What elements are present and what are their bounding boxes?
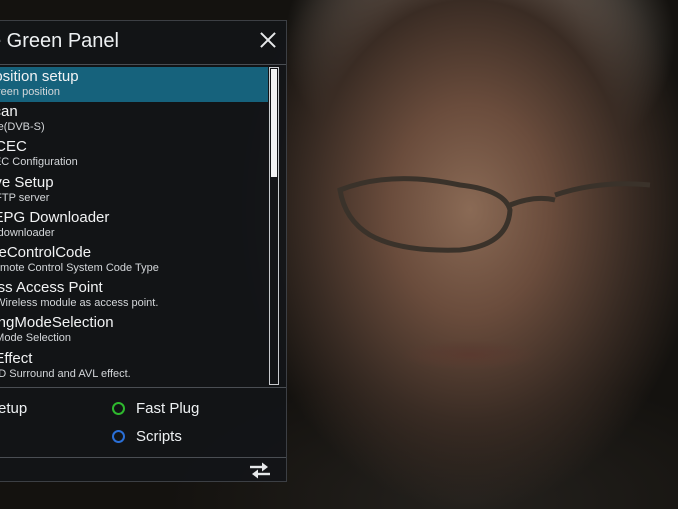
scroll-thumb[interactable] bbox=[271, 69, 277, 177]
blue-button-icon bbox=[112, 430, 125, 443]
fast-plug-button[interactable]: Fast Plug bbox=[136, 400, 199, 417]
list-item[interactable]: oEffect t 3D Surround and AVL effect. bbox=[0, 349, 268, 384]
setup-button[interactable]: etup bbox=[0, 400, 27, 417]
scrollbar[interactable] bbox=[269, 67, 279, 385]
item-description: Remote Control System Code Type bbox=[0, 261, 159, 274]
item-name: scan bbox=[0, 103, 18, 121]
list-item[interactable]: I-CEC CEC Configuration bbox=[0, 137, 268, 172]
item-name: oteControlCode bbox=[0, 243, 92, 261]
mouth-shade bbox=[400, 340, 540, 370]
item-description: g Mode Selection bbox=[0, 332, 71, 345]
item-description: ype(DVB-S) bbox=[0, 121, 45, 134]
item-name: less Access Point bbox=[0, 279, 103, 297]
item-name: sEPG Downloader bbox=[0, 208, 110, 226]
item-description: CEC Configuration bbox=[0, 156, 78, 169]
item-description: G downloader bbox=[0, 226, 55, 239]
list-item[interactable]: oteControlCode Remote Control System Cod… bbox=[0, 243, 268, 278]
plugin-list: position setup screen position scan ype(… bbox=[0, 67, 268, 385]
item-name: oEffect bbox=[0, 349, 33, 367]
glasses-shape bbox=[337, 176, 651, 253]
divider bbox=[0, 64, 286, 65]
item-name: I-CEC bbox=[0, 138, 27, 156]
divider bbox=[0, 387, 286, 388]
item-description: t 3D Surround and AVL effect. bbox=[0, 367, 131, 380]
list-item[interactable]: rive Setup a FTP server bbox=[0, 173, 268, 208]
close-icon[interactable] bbox=[258, 30, 278, 50]
green-panel: e Green Panel position setup screen posi… bbox=[0, 20, 287, 482]
scripts-button[interactable]: Scripts bbox=[136, 428, 182, 445]
list-item[interactable]: sEPG Downloader G downloader bbox=[0, 208, 268, 243]
list-item[interactable]: scan ype(DVB-S) bbox=[0, 102, 268, 137]
item-description: a FTP server bbox=[0, 191, 50, 204]
item-name: rive Setup bbox=[0, 173, 54, 191]
item-name: position setup bbox=[0, 68, 79, 85]
swap-arrows-icon[interactable] bbox=[248, 461, 272, 479]
item-description: screen position bbox=[0, 86, 60, 98]
list-item[interactable]: pingModeSelection g Mode Selection bbox=[0, 313, 268, 348]
green-button-icon bbox=[112, 402, 125, 415]
item-name: pingModeSelection bbox=[0, 314, 114, 332]
item-description: a Wireless module as access point. bbox=[0, 297, 159, 310]
list-item[interactable]: position setup screen position bbox=[0, 67, 268, 103]
list-item[interactable]: less Access Point a Wireless module as a… bbox=[0, 278, 268, 313]
panel-title: e Green Panel bbox=[0, 30, 119, 52]
divider bbox=[0, 457, 286, 458]
